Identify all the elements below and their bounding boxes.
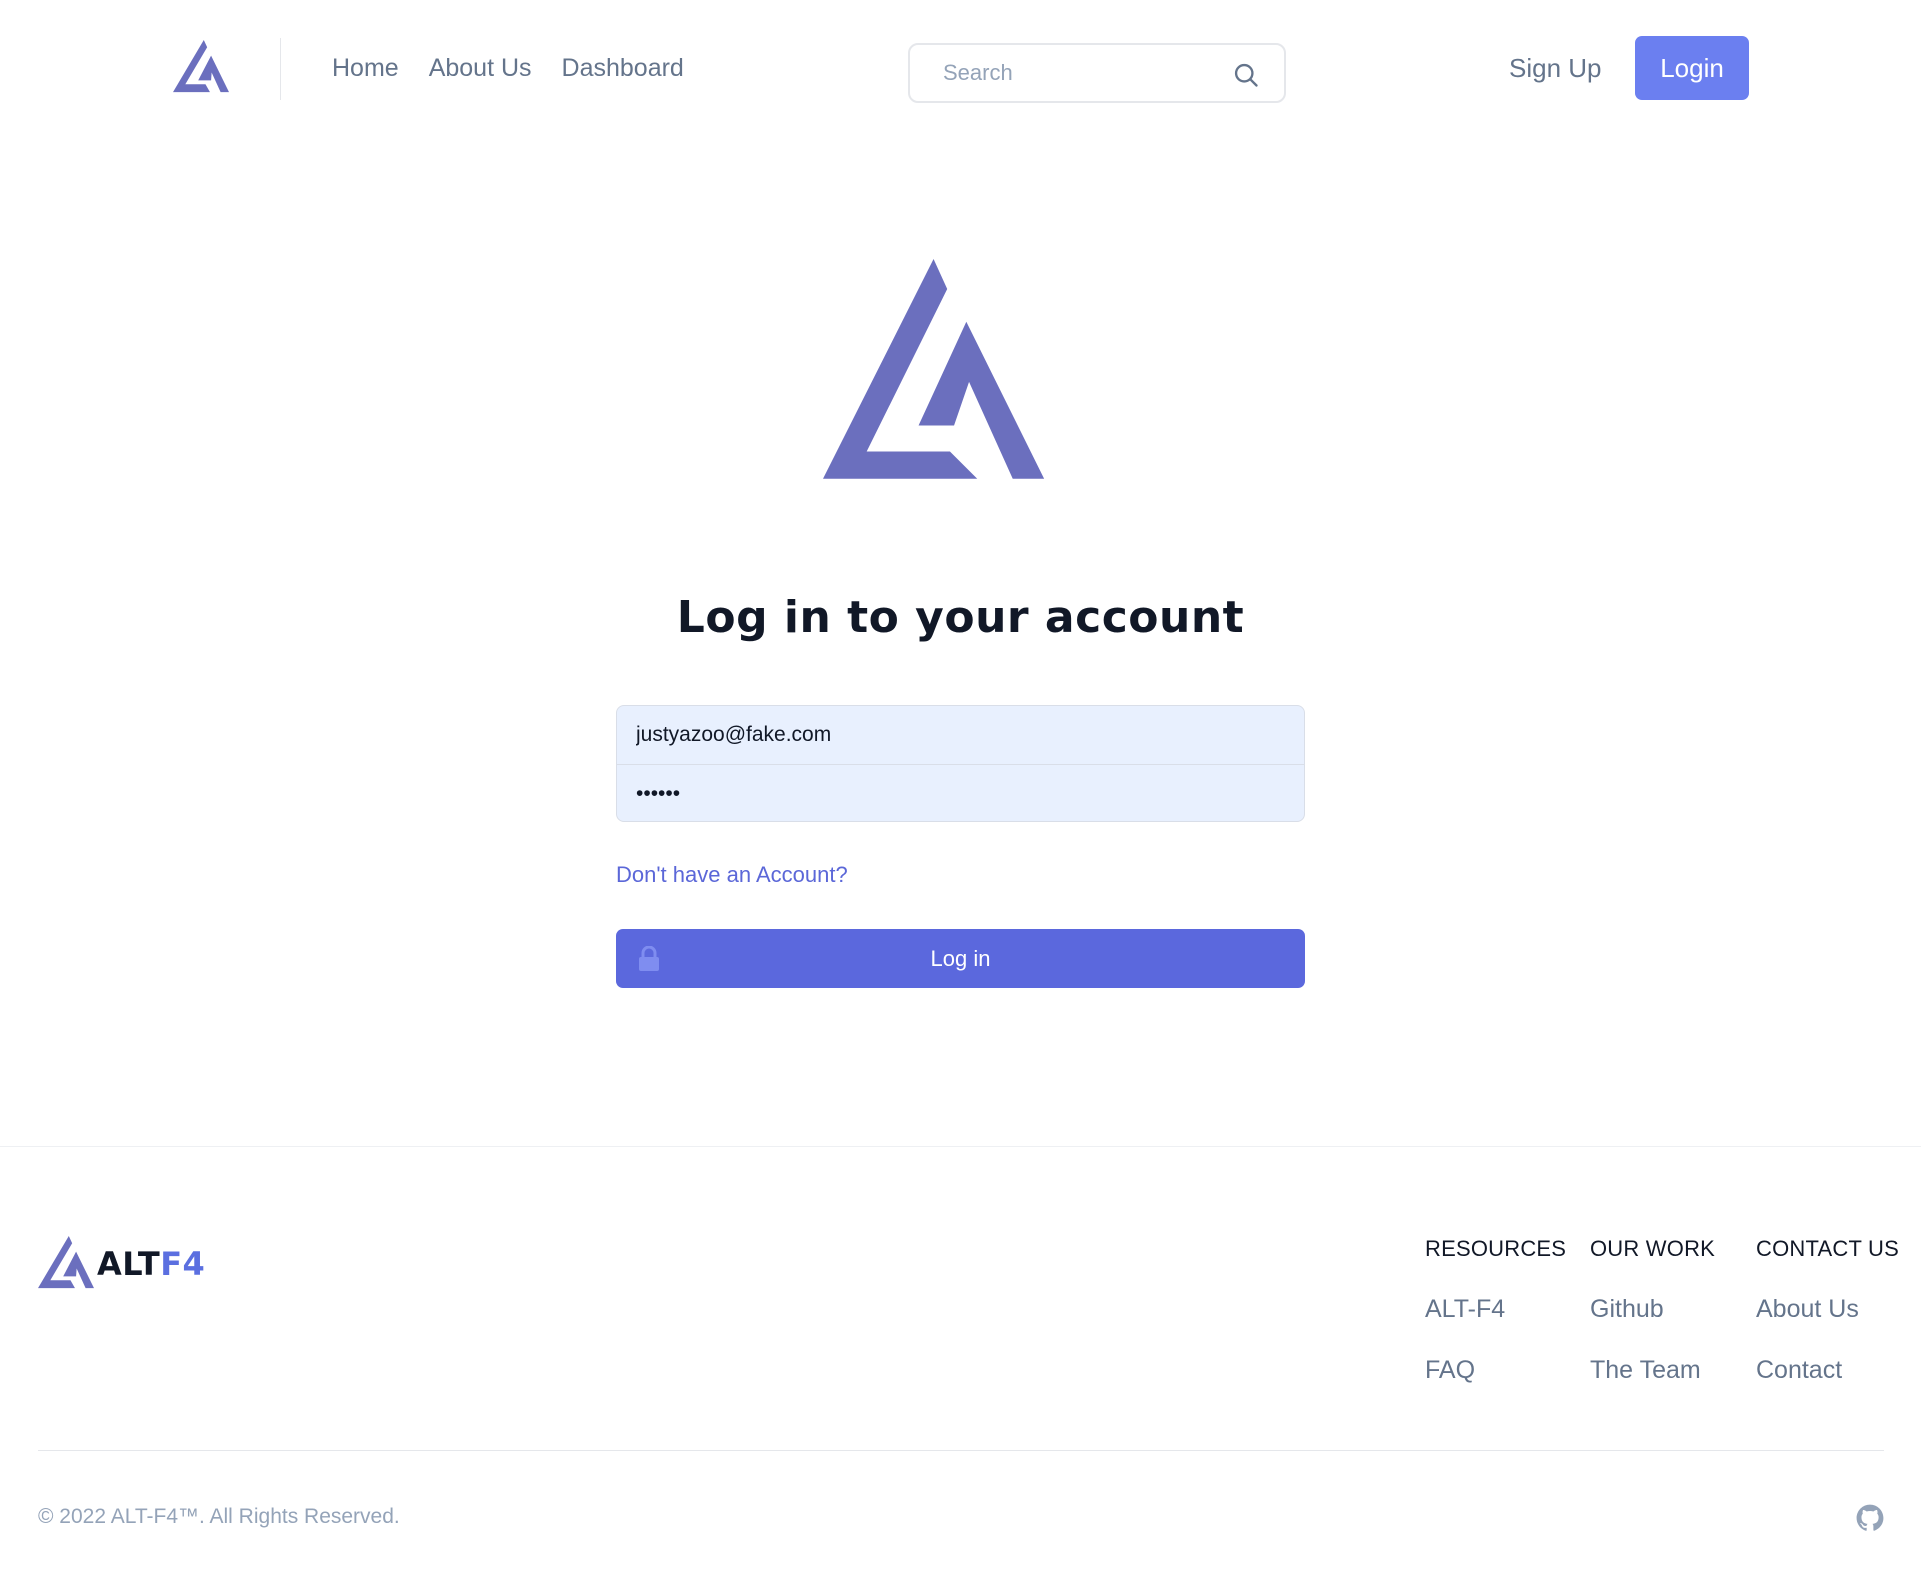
login-submit-button[interactable]: Log in <box>616 929 1305 988</box>
footer-link-the-team[interactable]: The Team <box>1590 1356 1715 1384</box>
top-navbar: Home About Us Dashboard Sign Up Login <box>0 0 1921 140</box>
footer-column-contact-us: CONTACT US About Us Contact <box>1756 1236 1899 1384</box>
search-input[interactable] <box>941 52 1215 94</box>
footer-heading-our-work: OUR WORK <box>1590 1236 1716 1261</box>
nav-links: Home About Us Dashboard <box>332 50 684 86</box>
page-title: Log in to your account <box>676 592 1245 643</box>
brand-wordmark: ALTF4 <box>97 1245 205 1283</box>
credentials-box <box>616 705 1305 822</box>
brand-wordmark-f4: F4 <box>160 1245 206 1283</box>
signup-link[interactable]: Sign Up <box>1509 50 1602 86</box>
lock-icon <box>639 946 659 971</box>
footer-divider <box>38 1450 1884 1451</box>
no-account-link[interactable]: Don't have an Account? <box>616 862 848 888</box>
brand-wordmark-alt: ALT <box>97 1245 161 1283</box>
search-box <box>908 43 1286 103</box>
nav-link-dashboard[interactable]: Dashboard <box>562 50 684 86</box>
nav-divider <box>280 38 281 100</box>
copyright-text: © 2022 ALT-F4™. All Rights Reserved. <box>38 1505 400 1528</box>
footer-column-resources: RESOURCES ALT-F4 FAQ <box>1425 1236 1566 1384</box>
logo-icon[interactable] <box>172 40 230 96</box>
login-submit-label: Log in <box>930 945 991 971</box>
hero-logo-icon <box>823 259 1045 479</box>
footer-heading-resources: RESOURCES <box>1425 1236 1567 1261</box>
nav-link-about-us[interactable]: About Us <box>429 50 532 86</box>
footer-column-our-work: OUR WORK Github The Team <box>1590 1236 1715 1384</box>
email-field[interactable] <box>617 706 1304 764</box>
footer-logo-icon[interactable] <box>38 1236 94 1292</box>
github-icon[interactable] <box>1856 1504 1884 1532</box>
footer-heading-contact-us: CONTACT US <box>1756 1236 1899 1261</box>
footer-link-alt-f4[interactable]: ALT-F4 <box>1425 1295 1566 1323</box>
footer-top-divider <box>0 1146 1921 1147</box>
search-icon[interactable] <box>1232 61 1260 89</box>
password-field[interactable] <box>617 765 1304 821</box>
footer-link-about-us[interactable]: About Us <box>1756 1295 1899 1323</box>
nav-login-button[interactable]: Login <box>1635 36 1749 100</box>
footer-link-github[interactable]: Github <box>1590 1295 1715 1323</box>
footer-link-contact[interactable]: Contact <box>1756 1356 1899 1384</box>
nav-link-home[interactable]: Home <box>332 50 399 86</box>
footer-link-faq[interactable]: FAQ <box>1425 1356 1566 1384</box>
